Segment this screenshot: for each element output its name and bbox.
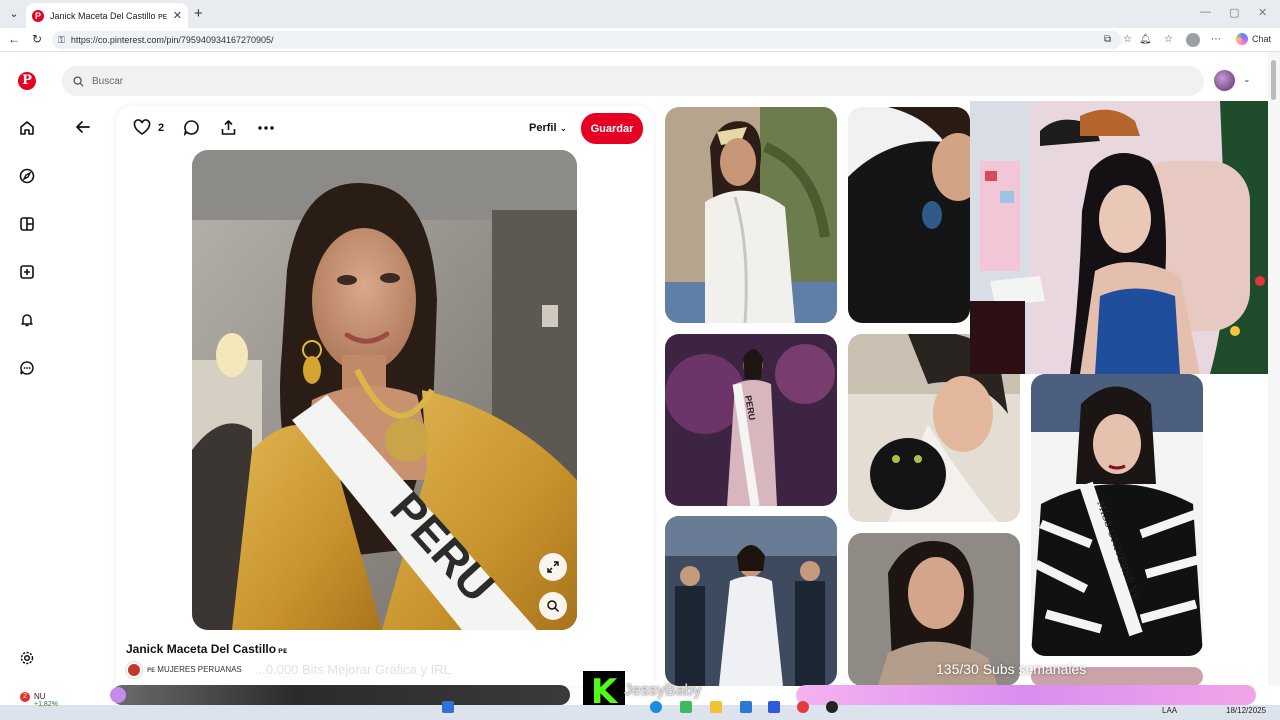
stream-ghost-text: ...0.000 Bits Mejorar Gráfica y IRL bbox=[255, 662, 451, 677]
home-icon[interactable] bbox=[17, 118, 37, 138]
save-button[interactable]: Guardar bbox=[581, 113, 643, 144]
grid-pin-1[interactable] bbox=[665, 107, 837, 323]
address-bar: ← ↻ ⚿ https://co.pinterest.com/pin/79594… bbox=[0, 28, 1280, 52]
search-input[interactable]: Buscar bbox=[62, 66, 1204, 96]
messages-icon[interactable] bbox=[17, 358, 37, 378]
grid-pin-3[interactable]: PERU bbox=[665, 334, 837, 506]
tab-search-chevron-icon[interactable]: ⌄ bbox=[6, 6, 22, 22]
favorites-icon[interactable]: ☆ bbox=[1164, 34, 1173, 45]
grid-pin-2[interactable] bbox=[848, 107, 970, 323]
browser-menu-icon[interactable]: ⋯ bbox=[1211, 34, 1221, 45]
store-icon[interactable] bbox=[768, 701, 780, 713]
weather-change: +1,82% bbox=[34, 701, 58, 708]
stream-bar-right bbox=[796, 685, 1256, 705]
compass-icon[interactable] bbox=[17, 166, 37, 186]
weekly-subs-goal: 135/30 Subs semanales bbox=[936, 661, 1087, 677]
tab-close-icon[interactable]: ✕ bbox=[173, 9, 182, 22]
grid-pin-7[interactable]: MISS UNIVERSE VE bbox=[1031, 374, 1203, 656]
left-nav-rail: P bbox=[0, 52, 54, 686]
profile-board-selector[interactable]: Perfil ⌄ bbox=[529, 122, 567, 134]
taskbar bbox=[0, 705, 1280, 720]
expand-button[interactable] bbox=[539, 553, 567, 581]
outlook-icon[interactable] bbox=[740, 701, 752, 713]
new-tab-plus-icon[interactable]: + bbox=[194, 5, 203, 22]
app-icon[interactable] bbox=[680, 701, 692, 713]
grid-pin-5[interactable] bbox=[665, 516, 837, 686]
streamer-webcam bbox=[970, 101, 1280, 374]
star-icon[interactable]: ☆ bbox=[1123, 34, 1132, 45]
url-field[interactable]: ⚿ https://co.pinterest.com/pin/795940934… bbox=[52, 31, 1122, 49]
share-icon bbox=[221, 120, 236, 135]
app-icon-dark[interactable] bbox=[826, 701, 838, 713]
page-scrollbar[interactable] bbox=[1268, 52, 1280, 686]
more-icon bbox=[258, 126, 274, 130]
pin-title-text: Janick Maceta Del Castillo bbox=[126, 642, 277, 656]
edge-icon[interactable] bbox=[650, 701, 662, 713]
start-icon[interactable] bbox=[442, 701, 454, 713]
pin-title: Janick Maceta Del Castillo ᴘᴇ bbox=[126, 642, 287, 656]
folder-icon[interactable] bbox=[710, 701, 722, 713]
window-close-icon[interactable]: ✕ bbox=[1258, 6, 1267, 19]
tab-bar: ⌄ P Janick Maceta Del Castillo ᴘᴇ ✕ + — … bbox=[0, 0, 1280, 28]
user-avatar[interactable] bbox=[1214, 70, 1235, 91]
search-placeholder: Buscar bbox=[92, 75, 124, 87]
refresh-icon[interactable]: ↻ bbox=[32, 32, 42, 46]
streamer-name: JessyBaby bbox=[624, 682, 702, 699]
pin-main-image[interactable]: PERU bbox=[192, 150, 577, 630]
back-arrow-icon bbox=[76, 121, 90, 133]
chevron-down-icon: ⌄ bbox=[559, 123, 568, 133]
like-count: 2 bbox=[158, 122, 165, 134]
notification-badge: 2 bbox=[20, 692, 30, 702]
notification-icon[interactable] bbox=[17, 310, 37, 330]
board-icon[interactable] bbox=[17, 214, 37, 234]
board-avatar[interactable] bbox=[126, 662, 142, 678]
stream-bar-left bbox=[110, 685, 570, 705]
board-name[interactable]: ᴘᴇ MUJERES PERUANAS bbox=[147, 665, 242, 674]
settings-icon[interactable] bbox=[17, 648, 37, 668]
browser-profile-avatar[interactable] bbox=[1186, 33, 1200, 47]
chat-label[interactable]: Chat bbox=[1252, 34, 1271, 44]
more-options-button[interactable] bbox=[257, 119, 275, 141]
copilot-icon[interactable] bbox=[1236, 33, 1248, 45]
browser-tab[interactable]: P Janick Maceta Del Castillo ᴘᴇ ✕ bbox=[26, 3, 188, 28]
kick-letter: K bbox=[590, 672, 618, 712]
bell-icon[interactable]: 🔔︎ bbox=[1139, 34, 1152, 45]
account-chevron-icon[interactable]: ⌄ bbox=[1243, 74, 1251, 85]
scrollbar-thumb[interactable] bbox=[1271, 60, 1276, 100]
app-available-icon[interactable]: ⧉ bbox=[1104, 34, 1111, 45]
minimize-icon[interactable]: — bbox=[1200, 6, 1211, 18]
create-icon[interactable] bbox=[17, 262, 37, 282]
pinterest-favicon-icon: P bbox=[32, 9, 44, 22]
share-button[interactable] bbox=[220, 119, 237, 141]
like-button[interactable] bbox=[133, 119, 151, 141]
weather-widget[interactable]: NU +1,82% bbox=[34, 692, 58, 708]
site-info-icon[interactable]: ⚿ bbox=[58, 35, 65, 46]
weather-label: NU bbox=[34, 692, 46, 701]
maximize-icon[interactable]: ▢ bbox=[1229, 6, 1239, 19]
pin-title-suffix: ᴘᴇ bbox=[278, 646, 287, 655]
tray-language[interactable]: LAA bbox=[1162, 706, 1177, 715]
url-text: https://co.pinterest.com/pin/79594093416… bbox=[70, 35, 274, 45]
visual-search-button[interactable] bbox=[539, 592, 567, 620]
stream-bar-dot bbox=[110, 687, 126, 703]
app-icon-red[interactable] bbox=[797, 701, 809, 713]
search-icon bbox=[73, 75, 84, 87]
tab-title: Janick Maceta Del Castillo ᴘᴇ bbox=[50, 10, 167, 21]
tray-date[interactable]: 18/12/2025 bbox=[1226, 706, 1266, 715]
expand-icon bbox=[547, 561, 559, 573]
pinterest-logo[interactable]: P bbox=[18, 72, 36, 90]
visual-search-icon bbox=[547, 600, 560, 613]
comment-button[interactable] bbox=[183, 119, 200, 141]
comment-icon bbox=[183, 120, 199, 137]
back-button[interactable] bbox=[74, 118, 92, 141]
profile-selector-label: Perfil bbox=[529, 122, 557, 134]
heart-icon bbox=[133, 119, 151, 135]
back-arrow-icon[interactable]: ← bbox=[8, 32, 20, 46]
